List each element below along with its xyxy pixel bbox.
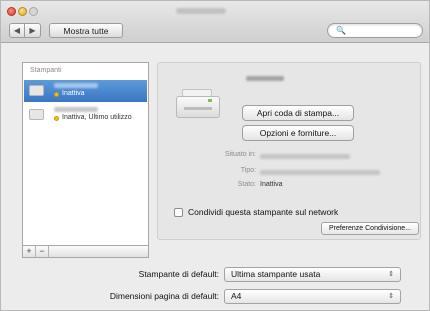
status-idle-icon <box>54 92 59 97</box>
search-icon: 🔍 <box>336 26 346 35</box>
search-field[interactable]: 🔍 <box>327 23 423 38</box>
printer-list-item[interactable]: Inattiva, Ultimo utilizzo <box>24 104 147 126</box>
location-label: Situato in: <box>224 151 256 158</box>
default-printer-popup[interactable]: Ultima stampante usata ⇕ <box>224 267 401 282</box>
printer-list-header: Stampanti <box>30 67 62 74</box>
default-printer-label: Stampante di default: <box>138 269 219 279</box>
printer-detail-panel: Apri coda di stampa... Opzioni e fornitu… <box>157 62 421 240</box>
printer-list-item[interactable]: Inattiva <box>24 80 147 102</box>
printer-icon <box>29 85 44 96</box>
default-paper-size-popup[interactable]: A4 ⇕ <box>224 289 401 304</box>
printer-status: Inattiva, Ultimo utilizzo <box>62 114 132 121</box>
state-value: Inattiva <box>260 181 283 188</box>
remove-printer-button[interactable]: − <box>36 246 49 257</box>
location-value-redacted <box>260 154 350 159</box>
status-idle-icon <box>54 116 59 121</box>
show-all-button[interactable]: Mostra tutte <box>49 23 123 38</box>
title-bar: ◀ ▶ Mostra tutte 🔍 <box>1 1 429 43</box>
printer-list-footer: + − <box>22 245 149 258</box>
add-printer-button[interactable]: + <box>23 246 36 257</box>
printer-icon-led <box>208 99 212 102</box>
printer-list: Stampanti Inattiva Inattiva, Ultimo util… <box>22 62 149 258</box>
printer-name-redacted <box>54 83 98 88</box>
close-window-button[interactable] <box>7 7 16 16</box>
back-button[interactable]: ◀ <box>9 23 25 38</box>
printer-icon-slot <box>184 107 212 110</box>
share-printer-checkbox[interactable] <box>174 208 183 217</box>
printers-preferences-window: ◀ ▶ Mostra tutte 🔍 Stampanti Inattiva In… <box>0 0 430 311</box>
printer-name-redacted <box>246 76 284 81</box>
default-paper-size-label: Dimensioni pagina di default: <box>109 291 219 301</box>
default-printer-value: Ultima stampante usata <box>231 269 321 279</box>
open-print-queue-button[interactable]: Apri coda di stampa... <box>242 105 354 121</box>
state-label: Stato: <box>237 181 256 188</box>
options-supplies-button[interactable]: Opzioni e forniture... <box>242 125 354 141</box>
back-arrow-icon: ◀ <box>13 26 21 35</box>
popup-arrows-icon: ⇕ <box>388 293 394 300</box>
printer-large-icon <box>174 81 222 123</box>
forward-button[interactable]: ▶ <box>25 23 41 38</box>
minimize-window-button[interactable] <box>18 7 27 16</box>
default-paper-size-value: A4 <box>231 291 242 301</box>
share-printer-label[interactable]: Condividi questa stampante sul network <box>188 207 338 217</box>
printer-status: Inattiva <box>62 90 85 97</box>
printer-name-redacted <box>54 107 98 112</box>
type-label: Tipo: <box>240 167 256 174</box>
popup-arrows-icon: ⇕ <box>388 271 394 278</box>
sharing-preferences-button[interactable]: Preferenze Condivisione... <box>321 222 419 235</box>
zoom-window-button[interactable] <box>29 7 38 16</box>
printer-icon <box>29 109 44 120</box>
window-title-redacted <box>176 8 226 14</box>
type-value-redacted <box>260 170 380 175</box>
forward-arrow-icon: ▶ <box>29 26 36 35</box>
